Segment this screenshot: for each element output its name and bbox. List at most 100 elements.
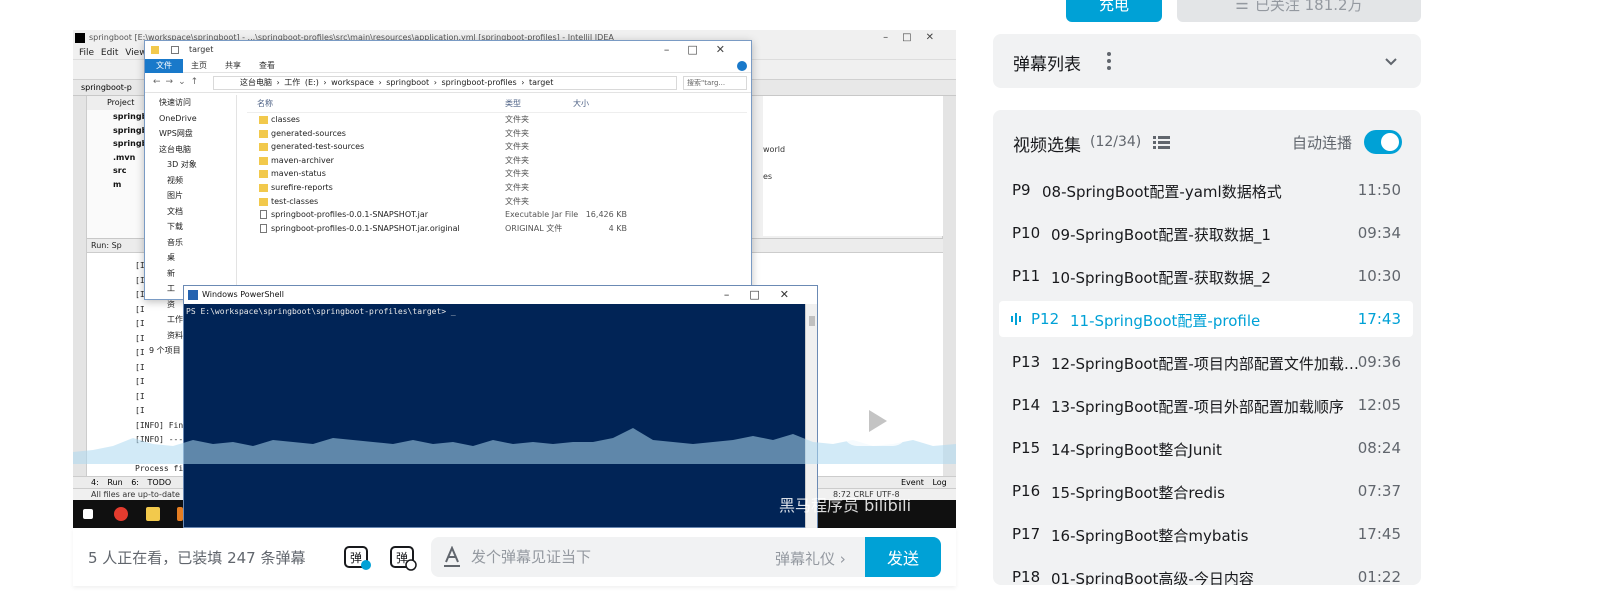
path-separator-icon: › [272,78,285,87]
episode-duration: 12:05 [1357,396,1401,414]
folder-icon [259,116,268,124]
path-separator-icon: › [516,78,530,87]
episode-item[interactable]: P9 08-SpringBoot配置-yaml数据格式 11:50 [999,172,1413,208]
video-player[interactable]: springboot [E:\workspace\springboot] - .… [73,30,956,528]
audio-waveform-overlay [73,428,956,464]
toggle-knob [1381,133,1399,151]
video-collection-panel: 视频选集 (12/34) 自动连播 P9 08-SpringBoot配置-yaml… [993,110,1421,585]
episode-title: 13-SpringBoot配置-项目外部配置加载顺序 [1051,398,1344,416]
file-row: maven-archiver 文件夹 [247,154,747,168]
episode-number: P17 [1012,525,1041,543]
file-row: generated-sources 文件夹 [247,127,747,141]
path-separator-icon: › [318,78,332,87]
nav-pane-item: 新 [167,268,175,278]
episode-title: 14-SpringBoot整合Junit [1051,441,1222,459]
episode-item[interactable]: P12 11-SpringBoot配置-profile 17:43 [999,301,1413,337]
file-size: 16,426 KB [585,210,627,220]
danmaku-input[interactable] [471,547,751,567]
episode-title: 08-SpringBoot配置-yaml数据格式 [1042,183,1282,201]
episode-title: 09-SpringBoot配置-获取数据_1 [1051,226,1271,244]
viewer-count: 5 人正在看，已装填 247 条弹幕 [88,549,306,567]
episode-item[interactable]: P17 16-SpringBoot整合mybatis 17:45 [999,516,1413,552]
episode-item[interactable]: P14 13-SpringBoot配置-项目外部配置加载顺序 12:05 [999,387,1413,423]
collection-count: (12/34) [1090,134,1142,150]
file-row: classes 文件夹 [247,113,747,127]
console-line: [I [135,406,145,415]
file-row: springboot-profiles-0.0.1-SNAPSHOT.jar.o… [247,222,747,236]
explorer-window-controls: –□✕ [663,43,743,56]
nav-pane-item: 快速访问 [159,98,191,107]
episode-number: P13 [1012,353,1041,371]
folder-icon [151,46,159,54]
play-icon[interactable] [839,380,911,448]
file-name: classes [271,115,300,124]
danmaku-list-panel[interactable]: 弹幕列表 [993,34,1421,88]
episode-title: 11-SpringBoot配置-profile [1070,312,1261,330]
file-name: test-classes [271,196,319,206]
path-separator-icon: › [429,78,442,87]
episode-item[interactable]: P16 15-SpringBoot整合redis 07:37 [999,473,1413,509]
danmaku-send-bar: 5 人正在看，已装填 247 条弹幕 弹 弹 弹幕礼仪 › 发送 [73,528,956,586]
nav-pane-item: 桌 [167,253,175,262]
windows-start-icon [83,509,93,519]
episode-item[interactable]: P15 14-SpringBoot整合Junit 08:24 [999,430,1413,466]
collection-header: 视频选集 (12/34) 自动连播 [993,110,1421,172]
nav-pane-item: 图片 [167,191,183,200]
folder-icon [146,507,160,521]
svg-text:弹: 弹 [350,551,362,565]
episode-item[interactable]: P13 12-SpringBoot配置-项目内部配置文件加载顺序 09:36 [999,344,1413,380]
more-options-icon[interactable] [1106,51,1112,71]
ribbon-tab-file: 文件 [145,59,183,73]
episode-duration: 17:45 [1357,525,1401,543]
file-explorer-window: target –□✕ 文件 主页 共享 查看 ←→⌄↑ 这台电脑 › 工作 (E… [144,40,752,355]
powershell-window-controls: –□✕ [723,288,809,301]
console-line: [I [135,362,145,372]
nav-pane-item: 音乐 [167,237,183,247]
episode-number: P9 [1012,181,1031,199]
folder-icon [259,183,268,192]
ide-editor: world es [763,96,943,236]
file-icon [260,223,267,233]
channel-watermark: 黑马程序员 bilibili [779,496,912,515]
collection-title: 视频选集 [1013,136,1081,156]
file-name: generated-sources [271,128,346,138]
file-type: 文件夹 [505,169,529,179]
episode-title: 10-SpringBoot配置-获取数据_2 [1051,269,1271,287]
episode-item[interactable]: P10 09-SpringBoot配置-获取数据_1 09:34 [999,215,1413,251]
address-path: 这台电脑 › 工作 (E:) › workspace › springboot … [213,76,677,90]
ide-window-controls: –□✕ [883,32,948,43]
text-style-icon[interactable] [443,546,461,568]
list-view-icon[interactable] [1153,135,1170,150]
path-segment: workspace [331,78,374,87]
file-type: 文件夹 [505,128,529,138]
episode-item[interactable]: P18 01-SpringBoot高级-今日内容 01:22 [999,559,1413,585]
send-button[interactable]: 发送 [865,537,941,577]
danmaku-settings-icon[interactable]: 弹 [389,543,417,571]
file-name: maven-archiver [271,155,334,165]
explorer-titlebar: target –□✕ [145,41,751,59]
nav-pane-item: WPS网盘 [159,129,193,138]
powershell-window: Windows PowerShell –□✕ PS E:\workspace\s… [183,285,818,528]
follow-button[interactable]: ☰ 已关注 181.2万 [1177,0,1421,22]
check-icon [171,46,179,54]
folder-icon [259,170,268,179]
ide-right-toolstrip [942,96,956,476]
folder-icon [259,143,268,152]
danmaku-toggle-icon[interactable]: 弹 [343,543,371,571]
episode-title: 15-SpringBoot整合redis [1051,484,1226,502]
file-row: springboot-profiles-0.0.1-SNAPSHOT.jar Ex… [247,208,747,222]
path-segment: springboot-profiles [441,78,517,87]
powershell-icon [188,290,198,300]
file-type: 文件夹 [505,142,529,152]
charge-button[interactable]: 充电 [1066,0,1162,22]
powershell-titlebar: Windows PowerShell –□✕ [184,286,817,304]
nav-pane-item: OneDrive [159,113,197,123]
autoplay-toggle[interactable] [1364,130,1402,154]
help-icon [737,61,747,71]
file-list-header: 名称 类型 大小 [247,95,747,113]
danmaku-etiquette-link[interactable]: 弹幕礼仪 › [775,548,846,569]
episode-item[interactable]: P11 10-SpringBoot配置-获取数据_2 10:30 [999,258,1413,294]
console-line: [I [135,391,145,401]
file-name: springboot-profiles-0.0.1-SNAPSHOT.jar [271,210,429,220]
chevron-down-icon[interactable] [1383,54,1399,70]
